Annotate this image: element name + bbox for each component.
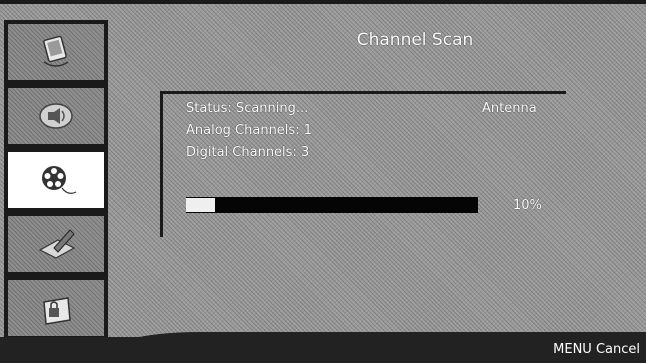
scan-progress-percent: 10% <box>513 198 542 213</box>
speaker-icon <box>39 103 73 129</box>
analog-channel-count: Analog Channels: 1 <box>186 123 312 138</box>
sidebar-item-picture[interactable] <box>8 24 104 80</box>
pencil-setup-icon <box>38 229 76 259</box>
top-border <box>0 0 646 4</box>
page-title: Channel Scan <box>356 30 474 50</box>
panel-border-left <box>160 91 163 237</box>
menu-cancel-hint[interactable]: MENU Cancel <box>553 342 640 357</box>
panel-border-top <box>160 91 566 94</box>
sidebar-item-channel[interactable] <box>8 152 104 208</box>
lock-icon <box>43 297 71 325</box>
sidebar-item-lock[interactable] <box>8 280 104 336</box>
sidebar-item-setup[interactable] <box>8 216 104 272</box>
film-reel-icon <box>42 166 77 194</box>
scan-status: Status: Scanning... <box>186 101 309 116</box>
scan-progress-bar <box>186 197 478 213</box>
scan-progress-fill <box>186 198 215 212</box>
menu-sidebar <box>4 20 108 340</box>
scan-source: Antenna <box>482 101 537 116</box>
tv-screen-icon <box>43 35 69 67</box>
sidebar-item-audio[interactable] <box>8 88 104 144</box>
footer-bar <box>0 337 646 363</box>
tv-screen: Channel Scan Status: Scanning... Antenna… <box>0 0 646 363</box>
digital-channel-count: Digital Channels: 3 <box>186 145 310 160</box>
